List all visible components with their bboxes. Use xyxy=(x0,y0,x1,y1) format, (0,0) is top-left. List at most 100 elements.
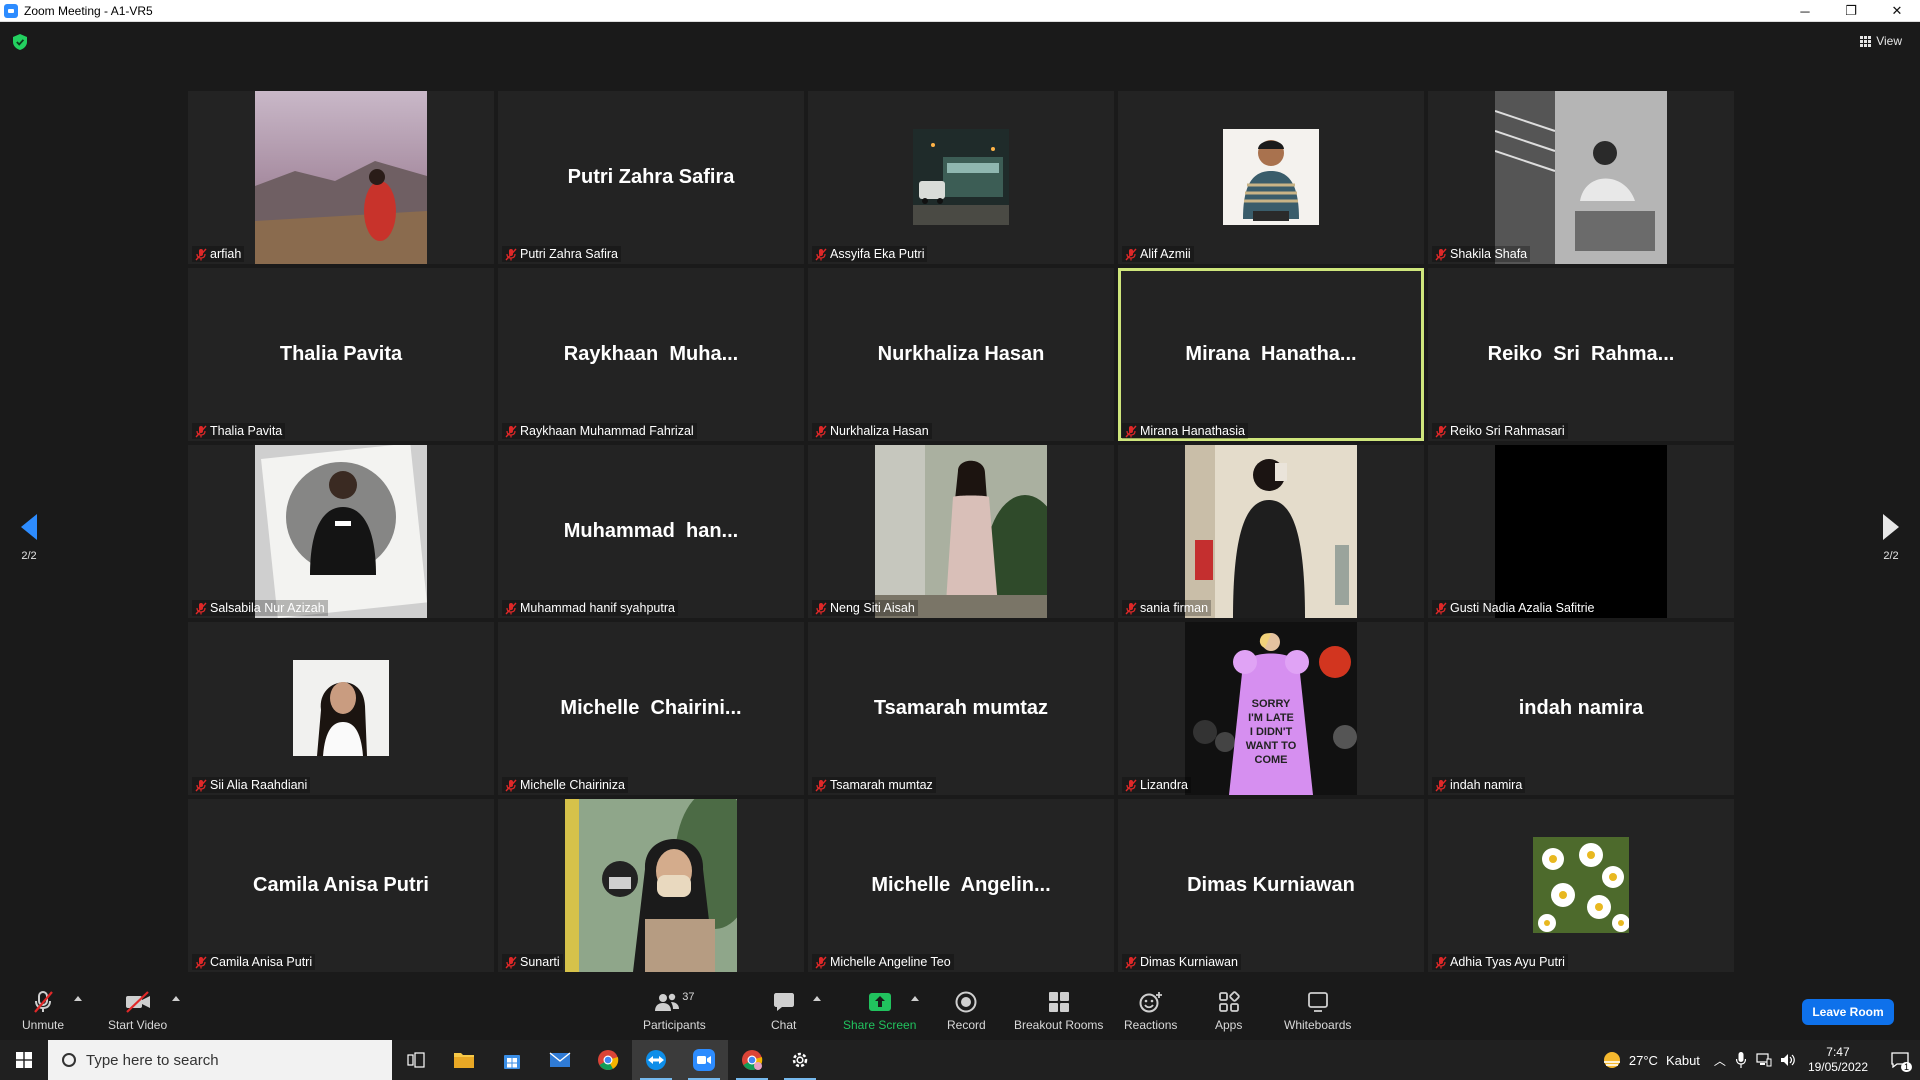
participant-tile[interactable]: Gusti Nadia Azalia Safitrie xyxy=(1428,445,1734,618)
taskbar-zoom[interactable] xyxy=(680,1040,728,1080)
encryption-shield-icon[interactable] xyxy=(13,34,27,50)
task-view-button[interactable] xyxy=(392,1040,440,1080)
participant-tile[interactable]: Michelle Chairini... Michelle Chairiniza xyxy=(498,622,804,795)
participant-name-label: Sunarti xyxy=(502,954,563,970)
share-screen-button[interactable]: Share Screen xyxy=(843,990,916,1032)
participant-tile[interactable]: Alif Azmii xyxy=(1118,91,1424,264)
participant-tile[interactable]: SORRY I'M LATE I DIDN'T WANT TO COME Lizandra xyxy=(1118,622,1424,795)
participant-video xyxy=(293,660,389,756)
mic-muted-icon xyxy=(815,779,827,791)
participant-display-name: Thalia Pavita xyxy=(279,343,403,365)
participant-tile[interactable]: Assyifa Eka Putri xyxy=(808,91,1114,264)
participant-tile[interactable]: Sunarti xyxy=(498,799,804,972)
taskbar-teamviewer[interactable] xyxy=(632,1040,680,1080)
participant-name-label: Thalia Pavita xyxy=(192,423,286,439)
view-button[interactable]: View xyxy=(1860,34,1902,48)
weather-temperature[interactable]: 27°C xyxy=(1629,1053,1658,1068)
taskbar-chrome[interactable] xyxy=(584,1040,632,1080)
audio-options-caret[interactable] xyxy=(74,996,82,1001)
taskbar-file-explorer[interactable] xyxy=(440,1040,488,1080)
taskbar-clock[interactable]: 7:47 19/05/2022 xyxy=(1808,1045,1868,1075)
unmute-button[interactable]: Unmute xyxy=(22,990,64,1032)
mic-muted-icon xyxy=(505,425,517,437)
participant-name: Dimas Kurniawan xyxy=(1140,955,1238,969)
chat-button[interactable]: Chat xyxy=(771,990,796,1032)
share-options-caret[interactable] xyxy=(911,996,919,1001)
meeting-area: View 2/2 2/2 arfiah Putri Zahra Safira Put… xyxy=(0,22,1920,980)
page-indicator-right: 2/2 xyxy=(1883,550,1899,562)
participant-video xyxy=(1495,445,1667,618)
participant-tile[interactable]: indah namira indah namira xyxy=(1428,622,1734,795)
minimize-button[interactable]: ─ xyxy=(1782,0,1828,22)
taskbar-store[interactable] xyxy=(488,1040,536,1080)
participant-tile[interactable]: Camila Anisa Putri Camila Anisa Putri xyxy=(188,799,494,972)
reactions-smiley-icon xyxy=(1139,992,1162,1013)
participant-name-label: indah namira xyxy=(1432,777,1526,793)
taskbar-chrome-profile[interactable] xyxy=(728,1040,776,1080)
participants-icon xyxy=(655,993,680,1011)
participant-tile[interactable]: Adhia Tyas Ayu Putri xyxy=(1428,799,1734,972)
windows-start-button[interactable] xyxy=(0,1040,48,1080)
participant-tile[interactable]: Muhammad han... Muhammad hanif syahputra xyxy=(498,445,804,618)
window-titlebar: Zoom Meeting - A1-VR5 ─ ❐ ✕ xyxy=(0,0,1920,22)
participant-tile[interactable]: arfiah xyxy=(188,91,494,264)
participant-tile[interactable]: sania firman xyxy=(1118,445,1424,618)
participant-video: SORRY I'M LATE I DIDN'T WANT TO COME xyxy=(1185,622,1357,795)
whiteboards-button[interactable]: Whiteboards xyxy=(1284,990,1351,1032)
participant-name-label: arfiah xyxy=(192,246,245,262)
chrome-icon xyxy=(598,1050,619,1070)
window-title: Zoom Meeting - A1-VR5 xyxy=(24,3,153,18)
participant-name-label: Tsamarah mumtaz xyxy=(812,777,936,793)
previous-page-button[interactable]: 2/2 xyxy=(9,514,49,562)
next-page-button[interactable]: 2/2 xyxy=(1871,514,1911,562)
participant-name: Camila Anisa Putri xyxy=(210,955,313,969)
mic-muted-icon xyxy=(1125,248,1137,260)
record-button[interactable]: Record xyxy=(947,990,986,1032)
participant-tile[interactable]: Shakila Shafa xyxy=(1428,91,1734,264)
participant-name: Tsamarah mumtaz xyxy=(830,778,933,792)
participant-tile[interactable]: Putri Zahra Safira Putri Zahra Safira xyxy=(498,91,804,264)
taskbar-search-box[interactable]: Type here to search xyxy=(48,1040,392,1080)
participant-name: Nurkhaliza Hasan xyxy=(830,424,929,438)
taskbar-mail[interactable] xyxy=(536,1040,584,1080)
participant-tile[interactable]: Tsamarah mumtaz Tsamarah mumtaz xyxy=(808,622,1114,795)
volume-icon[interactable] xyxy=(1780,1053,1796,1067)
network-icon[interactable] xyxy=(1756,1053,1772,1067)
participant-name-label: Assyifa Eka Putri xyxy=(812,246,928,262)
mail-icon xyxy=(549,1052,571,1067)
mic-muted-icon xyxy=(1435,602,1447,614)
participant-video xyxy=(913,129,1009,225)
apps-button[interactable]: Apps xyxy=(1215,990,1242,1032)
show-hidden-icons-chevron-icon[interactable]: ︿ xyxy=(1714,1052,1726,1069)
participant-tile[interactable]: Thalia Pavita Thalia Pavita xyxy=(188,268,494,441)
taskbar-settings[interactable] xyxy=(776,1040,824,1080)
participant-tile[interactable]: Reiko Sri Rahma... Reiko Sri Rahmasari xyxy=(1428,268,1734,441)
restore-button[interactable]: ❐ xyxy=(1828,0,1874,22)
participant-tile[interactable]: Dimas Kurniawan Dimas Kurniawan xyxy=(1118,799,1424,972)
notification-center-button[interactable]: 1 xyxy=(1880,1040,1920,1080)
participants-button[interactable]: 37 Participants xyxy=(643,990,706,1032)
participant-tile[interactable]: Salsabila Nur Azizah xyxy=(188,445,494,618)
microphone-icon[interactable] xyxy=(1735,1052,1746,1068)
breakout-rooms-button[interactable]: Breakout Rooms xyxy=(1014,990,1103,1032)
video-options-caret[interactable] xyxy=(172,996,180,1001)
chat-options-caret[interactable] xyxy=(813,996,821,1001)
participant-name: Sii Alia Raahdiani xyxy=(210,778,308,792)
participant-tile[interactable]: Nurkhaliza Hasan Nurkhaliza Hasan xyxy=(808,268,1114,441)
leave-room-button[interactable]: Leave Room xyxy=(1802,999,1894,1025)
participant-name-label: Camila Anisa Putri xyxy=(192,954,316,970)
weather-fog-icon[interactable] xyxy=(1601,1050,1623,1070)
participant-name-label: Nurkhaliza Hasan xyxy=(812,423,932,439)
reactions-button[interactable]: Reactions xyxy=(1124,990,1177,1032)
participant-display-name: Raykhaan Muha... xyxy=(563,343,739,365)
participant-tile[interactable]: Raykhaan Muha... Raykhaan Muhammad Fahriz… xyxy=(498,268,804,441)
participant-tile[interactable]: Neng Siti Aisah xyxy=(808,445,1114,618)
weather-description[interactable]: Kabut xyxy=(1666,1053,1700,1068)
participant-tile[interactable]: Michelle Angelin... Michelle Angeline Teo xyxy=(808,799,1114,972)
mic-muted-icon xyxy=(1435,425,1447,437)
close-button[interactable]: ✕ xyxy=(1874,0,1920,22)
mic-muted-icon xyxy=(195,602,207,614)
participant-tile[interactable]: Mirana Hanatha... Mirana Hanathasia xyxy=(1118,268,1424,441)
start-video-button[interactable]: Start Video xyxy=(108,990,167,1032)
participant-tile[interactable]: Sii Alia Raahdiani xyxy=(188,622,494,795)
